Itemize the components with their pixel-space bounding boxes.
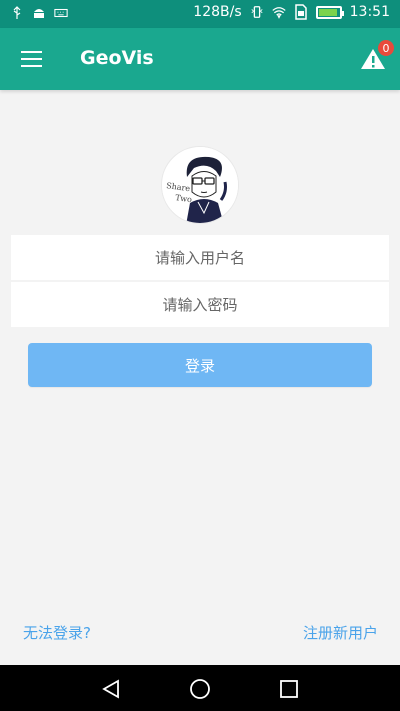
battery-level bbox=[318, 8, 337, 16]
password-input[interactable] bbox=[11, 282, 389, 327]
sim-icon bbox=[294, 4, 308, 20]
back-icon[interactable] bbox=[100, 678, 122, 700]
avatar: Share Two bbox=[161, 146, 239, 224]
username-input[interactable] bbox=[11, 235, 389, 280]
avatar-image: Share Two bbox=[162, 147, 238, 223]
navigation-bar bbox=[0, 665, 400, 711]
network-speed: 128B/s bbox=[193, 4, 242, 20]
login-form bbox=[11, 235, 389, 327]
forgot-login-link[interactable]: 无法登录? bbox=[23, 622, 91, 643]
keyboard-icon bbox=[54, 6, 68, 20]
status-icons-right: 128B/s 13:51 bbox=[193, 4, 390, 20]
wifi-icon bbox=[272, 5, 286, 19]
status-bar: 128B/s 13:51 bbox=[0, 0, 400, 28]
menu-button[interactable] bbox=[21, 51, 42, 67]
username-row bbox=[11, 235, 389, 280]
alert-button[interactable]: 0 bbox=[360, 40, 394, 72]
register-link[interactable]: 注册新用户 bbox=[303, 622, 378, 643]
password-row bbox=[11, 282, 389, 327]
usb-icon bbox=[10, 6, 24, 20]
app-bar: GeoVis 0 bbox=[0, 28, 400, 90]
recent-apps-icon[interactable] bbox=[278, 678, 300, 700]
app-title: GeoVis bbox=[80, 47, 154, 69]
clock: 13:51 bbox=[349, 4, 390, 20]
home-icon[interactable] bbox=[189, 678, 211, 700]
alert-count-badge: 0 bbox=[378, 40, 394, 56]
vibrate-icon bbox=[250, 5, 264, 19]
android-icon bbox=[32, 6, 46, 20]
status-icons-left bbox=[10, 6, 68, 20]
login-button[interactable]: 登录 bbox=[28, 343, 372, 387]
battery-icon bbox=[315, 5, 344, 19]
